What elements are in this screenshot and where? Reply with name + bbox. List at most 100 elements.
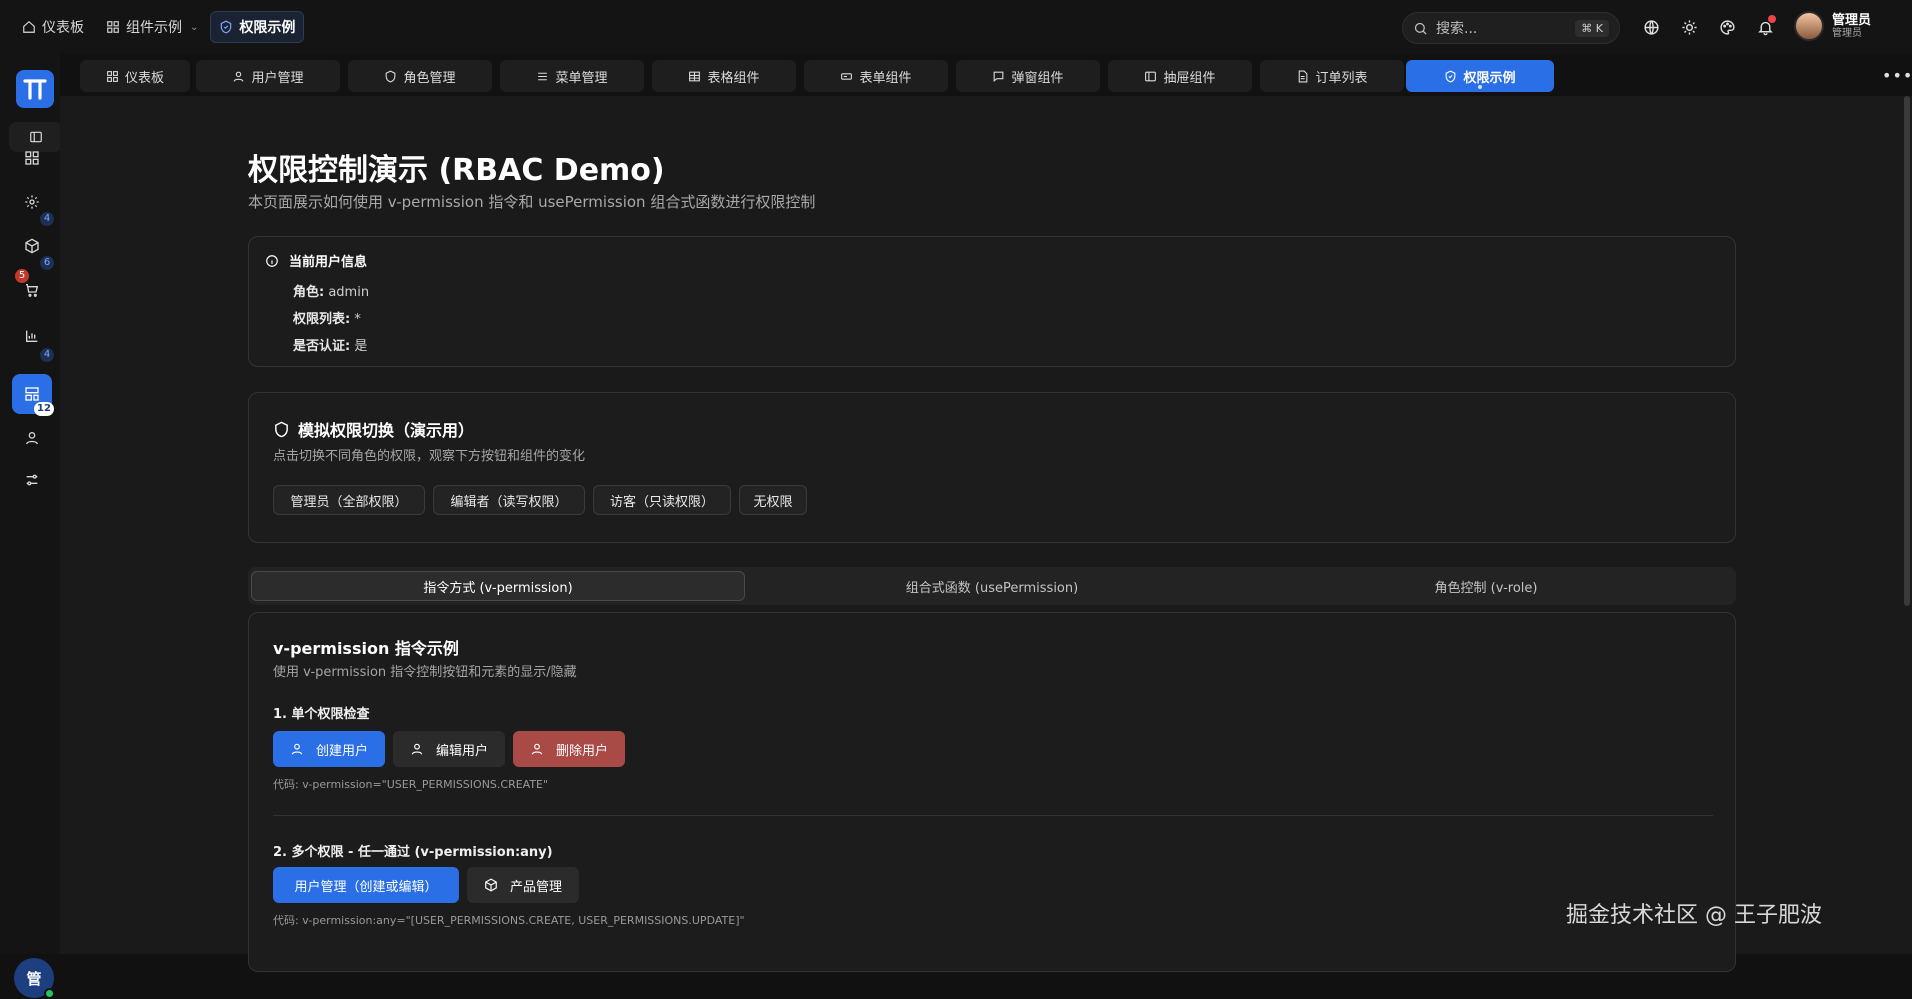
create-user-label: 创建用户 xyxy=(315,743,368,759)
menu-icon xyxy=(538,72,548,80)
tab-dashboard[interactable]: 仪表板 xyxy=(80,60,190,92)
grid-icon xyxy=(107,21,119,33)
tab-table[interactable]: 表格组件 xyxy=(652,60,796,92)
document-icon xyxy=(1299,70,1308,82)
drawer-icon xyxy=(1145,71,1157,81)
auth-row: 是否认证: 是 xyxy=(293,335,367,354)
sidebar-user-avatar[interactable]: 管 xyxy=(14,958,55,999)
role-admin-button[interactable]: 管理员（全部权限） xyxy=(273,485,425,515)
sidebar-item-settings[interactable]: 4 xyxy=(12,182,54,226)
logo-icon xyxy=(23,79,47,100)
tab-modal[interactable]: 弹窗组件 xyxy=(956,60,1100,92)
tab-label: 角色管理 xyxy=(403,70,456,86)
orders-badge: 5 xyxy=(15,269,29,283)
avatar-initial: 管 xyxy=(26,969,42,988)
sidebar-item-analytics[interactable]: 4 xyxy=(12,316,54,362)
user-icon xyxy=(291,743,303,755)
tab-label: 抽屉组件 xyxy=(1163,70,1216,86)
theme-toggle-button[interactable] xyxy=(1678,16,1700,38)
avatar xyxy=(1794,11,1824,41)
products-badge: 6 xyxy=(40,256,54,270)
shield-check-icon xyxy=(221,20,232,34)
sidebar-item-dashboard[interactable] xyxy=(12,138,52,178)
directive-demo-card: v-permission 指令示例 使用 v-permission 指令控制按钮… xyxy=(248,612,1736,972)
form-icon xyxy=(841,72,853,80)
section-divider xyxy=(273,815,1713,816)
role-guest-button[interactable]: 访客（只读权限） xyxy=(593,485,731,515)
create-user-button[interactable]: 创建用户 xyxy=(273,731,385,767)
breadcrumb-current[interactable]: 权限示例 xyxy=(210,11,305,43)
dashboard-icon xyxy=(25,151,39,165)
user-menu[interactable]: 管理员 管理员 xyxy=(1794,11,1871,41)
sidebar-item-components[interactable]: 12 xyxy=(12,374,54,416)
more-icon: ••• xyxy=(1882,66,1912,85)
role-none-button[interactable]: 无权限 xyxy=(739,485,807,515)
switcher-subtitle: 点击切换不同角色的权限，观察下方按钮和组件的变化 xyxy=(273,449,586,464)
tab-label: 用户管理 xyxy=(251,70,304,86)
user-icon xyxy=(234,71,244,82)
tab-menus[interactable]: 菜单管理 xyxy=(500,60,644,92)
tab-bar: 仪表板 用户管理 角色管理 菜单管理 表格组件 表单组件 弹窗组件 抽屉组件 订… xyxy=(70,58,1912,94)
user-icon xyxy=(26,432,38,445)
search-placeholder: 搜索... xyxy=(1436,21,1478,37)
sidebar: 4 6 5 4 12 管 xyxy=(0,54,63,999)
tab-directive[interactable]: 指令方式 (v-permission) xyxy=(251,571,745,601)
shield-icon xyxy=(275,421,288,437)
permissions-row: 权限列表: * xyxy=(293,308,361,327)
tab-roles[interactable]: 角色管理 xyxy=(348,60,492,92)
breadcrumb-current-label: 权限示例 xyxy=(239,20,296,36)
tab-label: 权限示例 xyxy=(1463,70,1516,86)
scrollbar[interactable] xyxy=(1904,96,1910,606)
delete-user-label: 删除用户 xyxy=(555,743,608,759)
code-example-2: 代码: v-permission:any="[USER_PERMISSIONS.… xyxy=(273,914,745,927)
tab-orders[interactable]: 订单列表 xyxy=(1260,60,1404,92)
tab-users[interactable]: 用户管理 xyxy=(196,60,340,92)
info-icon xyxy=(266,254,278,267)
watermark: 掘金技术社区 @ 王子肥波 xyxy=(1566,903,1822,928)
cart-icon xyxy=(26,284,39,297)
more-tabs-button[interactable]: ••• xyxy=(1882,66,1912,85)
notifications-button[interactable] xyxy=(1754,15,1776,38)
user-management-button[interactable]: 用户管理（创建或编辑） xyxy=(273,867,459,903)
notification-dot xyxy=(1768,15,1776,23)
tab-form[interactable]: 表单组件 xyxy=(804,60,948,92)
permissions-label: 权限列表: xyxy=(293,312,351,327)
page-title: 权限控制演示 (RBAC Demo) xyxy=(248,153,665,188)
code-example-1: 代码: v-permission="USER_PERMISSIONS.CREAT… xyxy=(273,778,549,791)
tab-drawer[interactable]: 抽屉组件 xyxy=(1108,60,1252,92)
role-label: 角色: xyxy=(293,285,325,300)
chart-icon xyxy=(26,330,38,342)
edit-user-button[interactable]: 编辑用户 xyxy=(393,731,505,767)
globe-icon xyxy=(1643,19,1659,35)
language-button[interactable] xyxy=(1640,16,1662,38)
search-shortcut: ⌘ K xyxy=(1575,19,1609,37)
sliders-icon xyxy=(26,474,38,486)
permission-switcher-card: 模拟权限切换（演示用） 点击切换不同角色的权限，观察下方按钮和组件的变化 管理员… xyxy=(248,392,1736,543)
app-logo[interactable] xyxy=(16,70,54,108)
user-management-label: 用户管理（创建或编辑） xyxy=(294,879,438,895)
role-editor-button[interactable]: 编辑者（读写权限） xyxy=(433,485,585,515)
home-icon xyxy=(23,20,35,33)
settings-badge: 4 xyxy=(40,212,54,226)
palette-button[interactable] xyxy=(1716,16,1738,38)
user-info-header: 当前用户信息 xyxy=(265,251,367,270)
chevron-down-icon: ⌄ xyxy=(190,21,199,33)
sidebar-item-products[interactable]: 6 xyxy=(12,226,54,270)
section-single-permission: 1. 单个权限检查 xyxy=(273,707,370,722)
online-status-dot xyxy=(44,988,55,999)
breadcrumb-home[interactable]: 仪表板 xyxy=(14,12,92,42)
auth-label: 是否认证: xyxy=(293,339,351,354)
delete-user-button[interactable]: 删除用户 xyxy=(513,731,625,767)
top-bar: 仪表板 组件示例 ⌄ 权限示例 搜索... ⌘ K 管理员 管理员 xyxy=(0,0,1912,54)
tab-composable[interactable]: 组合式函数 (usePermission) xyxy=(745,571,1239,601)
sidebar-item-orders[interactable]: 5 xyxy=(12,269,52,310)
sidebar-item-users[interactable] xyxy=(12,418,52,458)
search-input[interactable]: 搜索... ⌘ K xyxy=(1402,12,1620,44)
shield-icon xyxy=(386,69,396,82)
tab-permissions[interactable]: 权限示例 xyxy=(1406,60,1554,92)
sidebar-item-system[interactable] xyxy=(12,460,52,500)
product-management-button[interactable]: 产品管理 xyxy=(467,867,579,903)
tab-role[interactable]: 角色控制 (v-role) xyxy=(1239,571,1733,601)
breadcrumb-components[interactable]: 组件示例 ⌄ xyxy=(98,12,206,42)
tab-label: 表单组件 xyxy=(859,70,912,86)
